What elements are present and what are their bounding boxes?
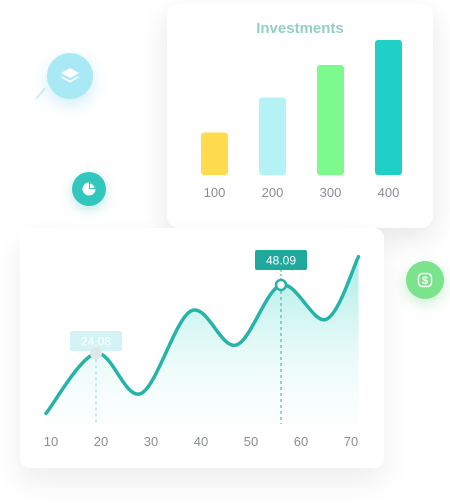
x-tick-label: 40 xyxy=(194,434,208,449)
svg-text:$: $ xyxy=(422,275,428,287)
x-tick-label: 50 xyxy=(244,434,258,449)
x-tick-label: 60 xyxy=(294,434,308,449)
layers-badge[interactable] xyxy=(47,53,93,99)
dollar-icon: $ xyxy=(417,272,433,288)
x-tick-label: 30 xyxy=(144,434,158,449)
pie-badge[interactable] xyxy=(72,172,106,206)
annotation-marker xyxy=(90,347,102,360)
x-tick-label: 20 xyxy=(94,434,108,449)
annotation-label: 24.08 xyxy=(81,335,111,349)
x-tick-label: 70 xyxy=(344,434,358,449)
x-tick-label: 10 xyxy=(44,434,58,449)
pie-chart-icon xyxy=(82,182,96,196)
layers-icon xyxy=(61,68,79,83)
annotation-label: 48.09 xyxy=(266,254,296,268)
stage: Investments 100 200 300 400 10 20 30 40 50 60 70 2… xyxy=(0,0,450,504)
dollar-badge[interactable]: $ xyxy=(406,261,444,299)
annotation-marker xyxy=(274,278,288,292)
